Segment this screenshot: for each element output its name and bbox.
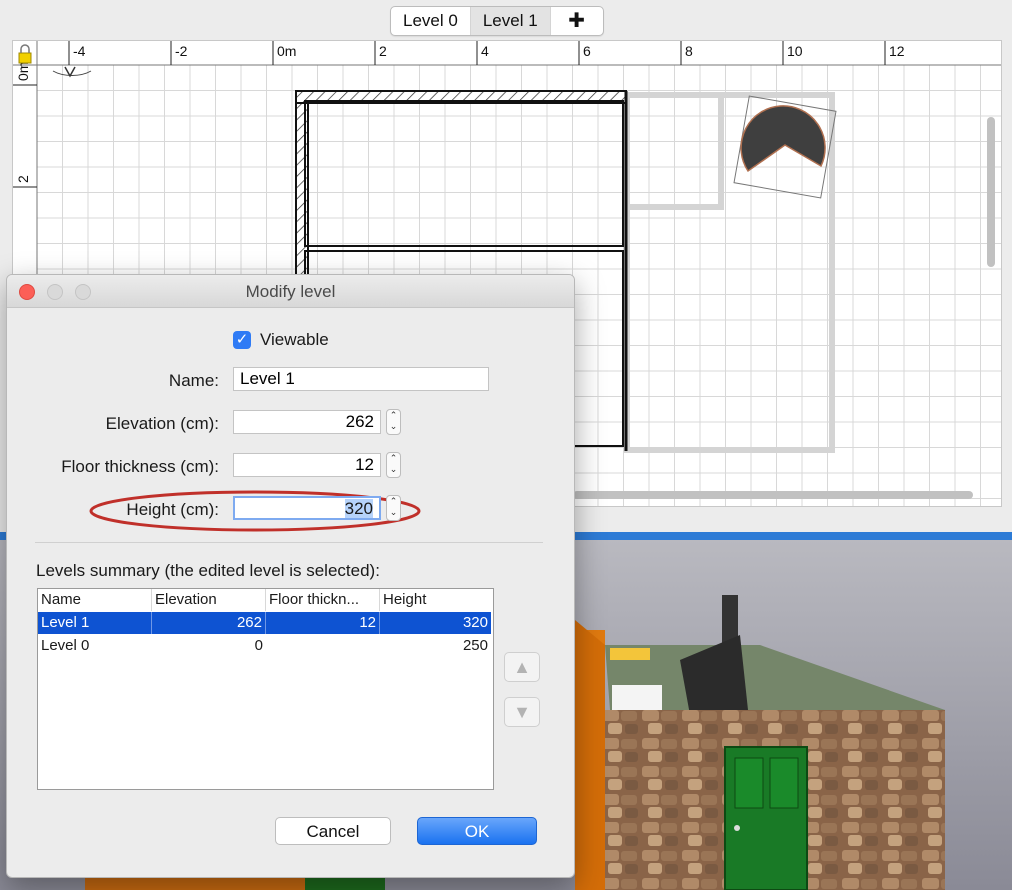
cell-floor-thickness [266, 635, 380, 657]
ruler-x-label: 4 [481, 43, 489, 59]
chevron-up-icon[interactable]: ⌃ [390, 453, 398, 463]
height-field[interactable]: 320 [233, 496, 381, 520]
staircase-icon[interactable] [733, 95, 837, 199]
column-header-elevation[interactable]: Elevation [152, 589, 266, 611]
chevron-up-icon[interactable]: ⌃ [390, 410, 398, 420]
height-label: Height (cm): [126, 500, 219, 519]
arrow-up-icon: ▲ [513, 657, 531, 677]
floor-thickness-field[interactable] [233, 453, 381, 477]
door-knob [734, 825, 740, 831]
cell-height: 320 [462, 614, 488, 631]
compass-icon [52, 66, 92, 78]
ruler-x-label: -2 [175, 43, 188, 59]
chevron-down-icon[interactable]: ⌄ [390, 421, 398, 431]
chevron-down-icon[interactable]: ⌄ [390, 464, 398, 474]
ruler-x-label: -4 [73, 43, 86, 59]
ruler-y-label: 0m [15, 62, 31, 81]
plan-horizontal-scrollbar[interactable] [573, 491, 973, 499]
separator [35, 542, 543, 543]
column-header-name[interactable]: Name [38, 589, 152, 611]
column-header-floor-thickness[interactable]: Floor thickn... [266, 589, 380, 611]
level-tabs: Level 0 Level 1 ✚ [390, 6, 604, 36]
table-header: Name Elevation Floor thickn... Height [38, 589, 491, 611]
elevation-field[interactable] [233, 410, 381, 434]
ok-button[interactable]: OK [417, 817, 537, 845]
table-row[interactable]: Level 0 0 250 [38, 635, 491, 657]
chevron-down-icon[interactable]: ⌄ [390, 507, 398, 517]
arrow-down-icon: ▼ [513, 702, 531, 722]
ruler-y-label: 2 [15, 175, 31, 183]
viewable-checkbox[interactable]: ✓ [233, 331, 251, 349]
cell-height: 250 [462, 637, 488, 654]
orange-wall-side [575, 620, 605, 890]
name-label: Name: [168, 371, 219, 390]
door-panel [734, 757, 764, 809]
cell-elevation: 262 [152, 612, 266, 634]
ruler-x-label: 0m [277, 43, 296, 59]
checkmark-icon: ✓ [235, 331, 249, 348]
cancel-button[interactable]: Cancel [275, 817, 391, 845]
column-header-height[interactable]: Height [380, 589, 491, 611]
cell-name: Level 0 [41, 637, 90, 654]
tab-level-0[interactable]: Level 0 [391, 7, 470, 35]
modify-level-dialog: Modify level ✓ Viewable Name: Elevation … [6, 274, 575, 878]
height-stepper[interactable]: ⌃ ⌄ [386, 495, 401, 521]
elevation-stepper[interactable]: ⌃ ⌄ [386, 409, 401, 435]
door-panel [769, 757, 799, 809]
add-level-button[interactable]: ✚ [549, 7, 603, 35]
cell-floor-thickness: 12 [266, 612, 380, 634]
ruler-horizontal [13, 41, 1001, 65]
viewable-label[interactable]: Viewable [260, 330, 329, 350]
dialog-titlebar[interactable]: Modify level [7, 275, 574, 308]
window-strip [610, 648, 650, 660]
levels-summary-label: Levels summary (the edited level is sele… [36, 561, 380, 580]
plan-vertical-scrollbar[interactable] [987, 117, 995, 267]
name-field[interactable] [233, 367, 489, 391]
dialog-title: Modify level [245, 282, 336, 301]
move-level-up-button[interactable]: ▲ [504, 652, 540, 682]
floor-thickness-label: Floor thickness (cm): [61, 457, 219, 476]
chevron-up-icon[interactable]: ⌃ [390, 496, 398, 506]
move-level-down-button[interactable]: ▼ [504, 697, 540, 727]
floor-thickness-stepper[interactable]: ⌃ ⌄ [386, 452, 401, 478]
ground-strip-green [305, 878, 385, 890]
ruler-x-label: 12 [889, 43, 905, 59]
ruler-x-label: 6 [583, 43, 591, 59]
ruler-x-label: 8 [685, 43, 693, 59]
ruler-x-label: 10 [787, 43, 803, 59]
cell-elevation: 0 [254, 637, 263, 654]
tab-level-1[interactable]: Level 1 [469, 7, 550, 35]
elevation-label: Elevation (cm): [105, 414, 219, 433]
cell-name: Level 1 [38, 612, 152, 634]
height-value-selected: 320 [344, 499, 373, 518]
table-row[interactable]: Level 1 262 12 320 [38, 612, 491, 634]
ruler-x-label: 2 [379, 43, 387, 59]
levels-summary-table: Name Elevation Floor thickn... Height Le… [37, 588, 494, 790]
white-furniture [612, 685, 662, 710]
